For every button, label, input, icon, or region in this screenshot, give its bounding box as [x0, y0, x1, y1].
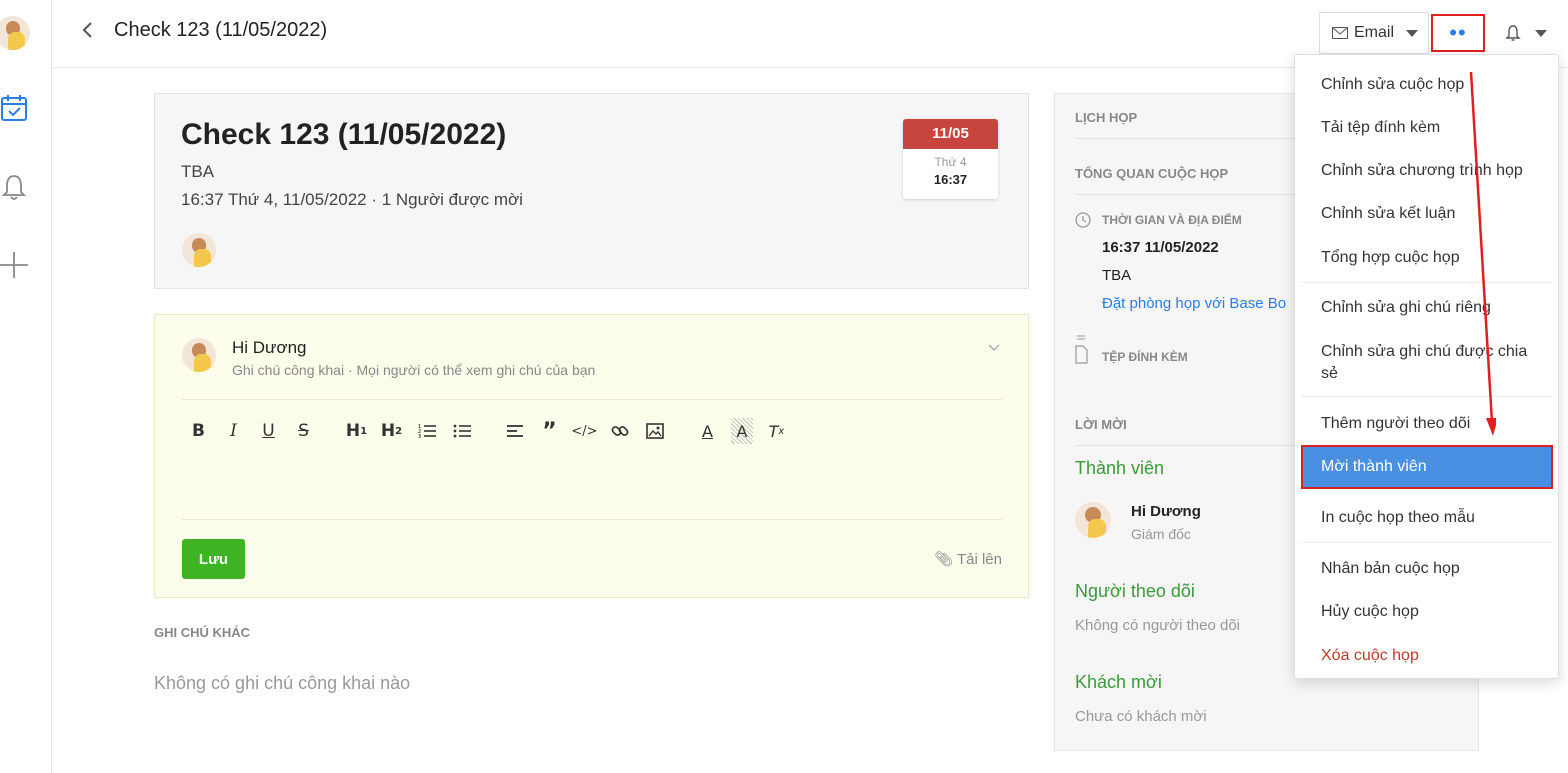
note-editor: Hi Dương Ghi chú công khai · Mọi người c… [154, 314, 1029, 598]
time-place-label: THỜI GIAN VÀ ĐỊA ĐIỂM [1102, 213, 1242, 227]
bell-icon [1505, 25, 1521, 41]
ordered-list-icon[interactable]: 123 [409, 418, 444, 444]
guests-heading: Khách mời [1075, 672, 1162, 692]
meeting-time-value: 16:37 11/05/2022 [1102, 239, 1219, 256]
date-badge-weekday: Thứ 4 [934, 155, 967, 169]
image-icon[interactable] [637, 418, 672, 444]
meeting-title: Check 123 (11/05/2022) [181, 118, 507, 151]
attachments-label: TỆP ĐÍNH KÈM [1102, 350, 1188, 364]
author-avatar [182, 338, 216, 372]
guests-empty: Chưa có khách mời [1075, 708, 1207, 725]
more-options-menu: Chỉnh sửa cuộc họp Tải tệp đính kèm Chỉn… [1294, 54, 1559, 679]
menu-item-edit-meeting[interactable]: Chỉnh sửa cuộc họp [1295, 74, 1558, 96]
meeting-datetime: 16:37 Thứ 4, 11/05/2022 · 1 Người được m… [181, 190, 523, 209]
chevron-down-icon[interactable] [988, 339, 1000, 355]
bullet-list-icon[interactable] [444, 418, 479, 444]
divider [1301, 542, 1552, 543]
followers-heading: Người theo dõi [1075, 581, 1195, 601]
member-role: Giám đốc [1131, 526, 1191, 542]
menu-item-edit-conclusion[interactable]: Chỉnh sửa kết luận [1295, 203, 1558, 225]
user-avatar[interactable] [0, 16, 30, 50]
left-rail [0, 0, 52, 773]
bold-button[interactable]: B [181, 418, 216, 444]
email-button[interactable]: Email [1319, 12, 1429, 54]
menu-item-edit-shared-note[interactable]: Chỉnh sửa ghi chú được chia sẻ [1295, 341, 1558, 385]
menu-item-delete-meeting[interactable]: Xóa cuộc họp [1295, 645, 1558, 667]
annotation-arrow [1469, 71, 1496, 436]
menu-item-download-attachments[interactable]: Tải tệp đính kèm [1295, 117, 1558, 139]
bell-icon[interactable] [0, 172, 30, 202]
clock-icon [1075, 212, 1091, 228]
overview-heading: TỔNG QUAN CUỘC HỌP [1075, 166, 1229, 181]
menu-item-meeting-summary[interactable]: Tổng hợp cuộc họp [1295, 247, 1558, 269]
chevron-left-icon[interactable] [80, 19, 100, 43]
text-color-icon[interactable]: A [690, 418, 725, 444]
menu-item-edit-private-note[interactable]: Chỉnh sửa ghi chú riêng [1295, 297, 1558, 319]
quote-icon[interactable]: ” [532, 418, 567, 444]
email-label: Email [1354, 24, 1395, 41]
link-icon[interactable] [602, 418, 637, 444]
members-heading: Thành viên [1075, 458, 1165, 478]
editor-toolbar: B I U S H1 H2 123 ” </> A A Tx [181, 418, 794, 444]
meeting-card: Check 123 (11/05/2022) TBA 16:37 Thứ 4, … [154, 93, 1029, 289]
italic-button[interactable]: I [216, 418, 251, 444]
divider [1301, 282, 1552, 283]
menu-item-add-follower[interactable]: Thêm người theo dõi [1295, 413, 1558, 435]
meeting-location: TBA [181, 162, 215, 181]
clear-format-icon[interactable]: Tx [759, 418, 794, 444]
schedule-heading: LỊCH HỌP [1075, 110, 1138, 125]
chevron-down-icon [1406, 29, 1419, 37]
divider [1301, 396, 1552, 397]
more-options-button[interactable]: •• [1431, 14, 1485, 52]
heading2-button[interactable]: H2 [374, 418, 409, 444]
menu-item-duplicate-meeting[interactable]: Nhân bản cuộc họp [1295, 558, 1558, 580]
menu-item-print-template[interactable]: In cuộc họp theo mẫu [1295, 507, 1558, 529]
note-author: Hi Dương [232, 338, 307, 357]
save-button[interactable]: Lưu [182, 539, 245, 579]
invites-heading: LỜI MỜI [1075, 417, 1127, 432]
code-icon[interactable]: </> [567, 418, 602, 444]
plus-icon[interactable] [0, 250, 30, 280]
strikethrough-button[interactable]: S [286, 418, 321, 444]
menu-item-edit-agenda[interactable]: Chỉnh sửa chương trình họp [1295, 160, 1558, 182]
paperclip-icon: 📎︎ [934, 550, 954, 568]
page-title: Check 123 (11/05/2022) [114, 19, 328, 41]
divider [181, 399, 1002, 400]
notification-settings-button[interactable] [1490, 12, 1562, 54]
book-room-link[interactable]: Đặt phòng họp với Base Bo [1102, 295, 1286, 312]
invitee-avatar[interactable] [182, 233, 216, 267]
member-name: Hi Dương [1131, 503, 1201, 520]
upload-button[interactable]: 📎︎ Tải lên [934, 550, 1002, 568]
menu-item-cancel-meeting[interactable]: Hủy cuộc họp [1295, 601, 1558, 623]
date-badge: 11/05 Thứ 4 16:37 [903, 119, 998, 199]
underline-button[interactable]: U [251, 418, 286, 444]
followers-empty: Không có người theo dõi [1075, 617, 1240, 634]
divider [181, 519, 1002, 520]
date-badge-day: 11/05 [903, 119, 998, 149]
chevron-down-icon [1535, 29, 1547, 37]
align-icon[interactable] [497, 418, 532, 444]
menu-item-invite-member[interactable]: Mời thành viên [1301, 445, 1553, 489]
upload-label: Tải lên [956, 551, 1002, 568]
mail-icon [1332, 27, 1348, 39]
other-notes-empty: Không có ghi chú công khai nào [154, 673, 411, 693]
highlight-icon[interactable]: A [731, 418, 753, 444]
meeting-place-value: TBA [1102, 267, 1132, 284]
calendar-check-icon[interactable] [0, 93, 30, 123]
date-badge-time: 16:37 [933, 172, 968, 187]
member-avatar [1075, 502, 1111, 538]
heading1-button[interactable]: H1 [339, 418, 374, 444]
file-icon [1075, 335, 1088, 364]
note-visibility: Ghi chú công khai · Mọi người có thể xem… [232, 362, 596, 378]
svg-text:3: 3 [418, 434, 421, 439]
other-notes-heading: GHI CHÚ KHÁC [154, 625, 251, 640]
